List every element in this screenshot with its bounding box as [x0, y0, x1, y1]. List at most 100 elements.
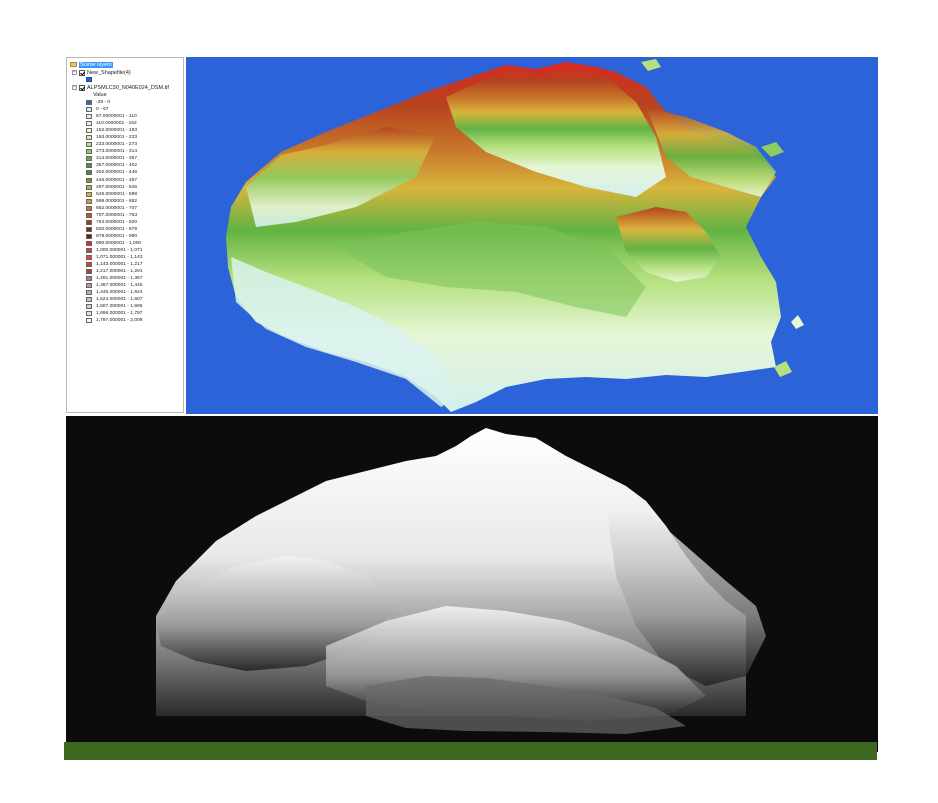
shapefile-symbol-swatch[interactable]	[86, 77, 92, 82]
legend-label: 314.0000001 - 357	[96, 156, 138, 162]
legend-item[interactable]: 1,367.000001 - 1,445	[86, 282, 143, 289]
legend-label: 820.0000001 - 879	[96, 226, 138, 232]
legend-item[interactable]: 1,445.000001 - 1,524	[86, 289, 143, 296]
legend-swatch[interactable]	[86, 318, 92, 324]
legend-item[interactable]: 1,797.000001 - 2,009	[86, 317, 143, 324]
legend-item[interactable]: 402.0000001 - 446	[86, 169, 143, 176]
dsm-legend: -28 - 00 - 67 67.00000001 - 110 110.000000…	[86, 99, 143, 325]
legend-swatch[interactable]	[86, 226, 92, 232]
legend-swatch[interactable]	[86, 198, 92, 204]
legend-item[interactable]: 1,071.000001 - 1,143	[86, 254, 143, 261]
toc-layer-shapefile[interactable]: − New_Shapefile(4)	[72, 68, 131, 77]
legend-label: 193.0000001 - 233	[96, 135, 138, 141]
legend-label: 1,143.000001 - 1,217	[96, 262, 143, 268]
legend-item[interactable]: 314.0000001 - 357	[86, 155, 143, 162]
legend-label: 1,607.000001 - 1,696	[96, 304, 143, 310]
legend-swatch[interactable]	[86, 311, 92, 317]
scene-view-colored-dsm[interactable]	[186, 57, 878, 414]
legend-swatch[interactable]	[86, 184, 92, 190]
legend-item[interactable]: 1,000.000001 - 1,071	[86, 247, 143, 254]
legend-item[interactable]: 707.0000001 - 763	[86, 212, 143, 219]
legend-swatch[interactable]	[86, 255, 92, 261]
legend-value-header-label: Value	[93, 91, 107, 98]
legend-item[interactable]: 67.00000001 - 110	[86, 113, 143, 120]
legend-swatch[interactable]	[86, 240, 92, 246]
legend-swatch[interactable]	[86, 304, 92, 310]
legend-label: 1,071.000001 - 1,143	[96, 255, 143, 261]
legend-item[interactable]: 152.0000001 - 193	[86, 127, 143, 134]
legend-label: 1,217.000001 - 1,291	[96, 269, 143, 275]
east-islet	[761, 142, 784, 157]
legend-item[interactable]: 1,217.000001 - 1,291	[86, 268, 143, 275]
legend-item[interactable]: 820.0000001 - 879	[86, 226, 143, 233]
legend-swatch[interactable]	[86, 177, 92, 183]
legend-swatch[interactable]	[86, 290, 92, 296]
legend-swatch[interactable]	[86, 156, 92, 162]
legend-label: 1,367.000001 - 1,445	[96, 283, 143, 289]
legend-swatch[interactable]	[86, 205, 92, 211]
legend-label: 763.0000001 - 820	[96, 219, 138, 225]
legend-swatch[interactable]	[86, 114, 92, 120]
legend-item[interactable]: 598.0000001 - 652	[86, 198, 143, 205]
legend-swatch[interactable]	[86, 121, 92, 127]
south-islet	[774, 361, 792, 377]
legend-swatch[interactable]	[86, 276, 92, 282]
legend-item[interactable]: 357.0000001 - 402	[86, 162, 143, 169]
legend-swatch[interactable]	[86, 170, 92, 176]
legend-swatch[interactable]	[86, 297, 92, 303]
legend-item[interactable]: 990.0000001 - 1,000	[86, 240, 143, 247]
legend-label: 273.0000001 - 314	[96, 149, 138, 155]
legend-swatch[interactable]	[86, 163, 92, 169]
legend-item[interactable]: 193.0000001 - 233	[86, 134, 143, 141]
toc-layer-dsm[interactable]: − ALPSMLC30_N040E024_DSM.tif	[72, 83, 169, 92]
legend-swatch[interactable]	[86, 248, 92, 253]
legend-swatch[interactable]	[86, 212, 92, 218]
legend-swatch[interactable]	[86, 269, 92, 275]
colored-terrain-render[interactable]	[186, 57, 878, 414]
legend-label: 402.0000001 - 446	[96, 170, 138, 176]
legend-swatch[interactable]	[86, 262, 92, 268]
legend-item[interactable]: 1,607.000001 - 1,696	[86, 303, 143, 310]
legend-item[interactable]: 0 - 67	[86, 106, 143, 113]
legend-label: 1,291.000001 - 1,367	[96, 276, 143, 282]
collapse-icon[interactable]: −	[72, 85, 77, 90]
toc-root-label[interactable]: Scene layers	[79, 61, 113, 68]
legend-label: 707.0000001 - 763	[96, 212, 138, 218]
legend-label: 1,696.000001 - 1,797	[96, 311, 143, 317]
layer-visibility-checkbox[interactable]	[79, 84, 85, 91]
collapse-icon[interactable]: −	[72, 70, 77, 75]
legend-item[interactable]: 1,143.000001 - 1,217	[86, 261, 143, 268]
legend-item[interactable]: 1,291.000001 - 1,367	[86, 275, 143, 282]
legend-item[interactable]: 546.0000001 - 598	[86, 191, 143, 198]
legend-swatch[interactable]	[86, 233, 92, 239]
toc-layer-shapefile-label[interactable]: New_Shapefile(4)	[87, 70, 131, 76]
legend-label: 990.0000001 - 1,000	[96, 240, 142, 246]
legend-item[interactable]: -28 - 0	[86, 99, 143, 106]
legend-item[interactable]: 1,524.000001 - 1,607	[86, 296, 143, 303]
legend-swatch[interactable]	[86, 191, 92, 197]
legend-swatch[interactable]	[86, 149, 92, 155]
legend-item[interactable]: 446.0000001 - 497	[86, 177, 143, 184]
legend-item[interactable]: 233.0000001 - 273	[86, 141, 143, 148]
legend-swatch[interactable]	[86, 135, 92, 141]
legend-swatch[interactable]	[86, 142, 92, 148]
legend-swatch[interactable]	[86, 128, 92, 134]
layer-visibility-checkbox[interactable]	[79, 69, 85, 76]
legend-item[interactable]: 763.0000001 - 820	[86, 219, 143, 226]
legend-swatch[interactable]	[86, 107, 92, 113]
legend-swatch[interactable]	[86, 100, 92, 106]
scene-view-grayscale-dsm[interactable]	[66, 416, 878, 752]
legend-swatch[interactable]	[86, 283, 92, 289]
legend-item[interactable]: 273.0000001 - 314	[86, 148, 143, 155]
legend-item[interactable]: 879.0000001 - 990	[86, 233, 143, 240]
legend-item[interactable]: 652.0000001 - 707	[86, 205, 143, 212]
legend-item[interactable]: 497.0000001 - 546	[86, 184, 143, 191]
grayscale-terrain-render[interactable]	[66, 416, 878, 752]
legend-item[interactable]: 1,696.000001 - 1,797	[86, 310, 143, 317]
legend-swatch[interactable]	[86, 219, 92, 225]
table-of-contents: Scene layers − New_Shapefile(4) − ALPSML…	[66, 57, 184, 413]
legend-label: 546.0000001 - 598	[96, 191, 138, 197]
legend-item[interactable]: 110.0000001 - 152	[86, 120, 143, 127]
legend-label: 357.0000001 - 402	[96, 163, 138, 169]
legend-label: -28 - 0	[96, 100, 111, 106]
